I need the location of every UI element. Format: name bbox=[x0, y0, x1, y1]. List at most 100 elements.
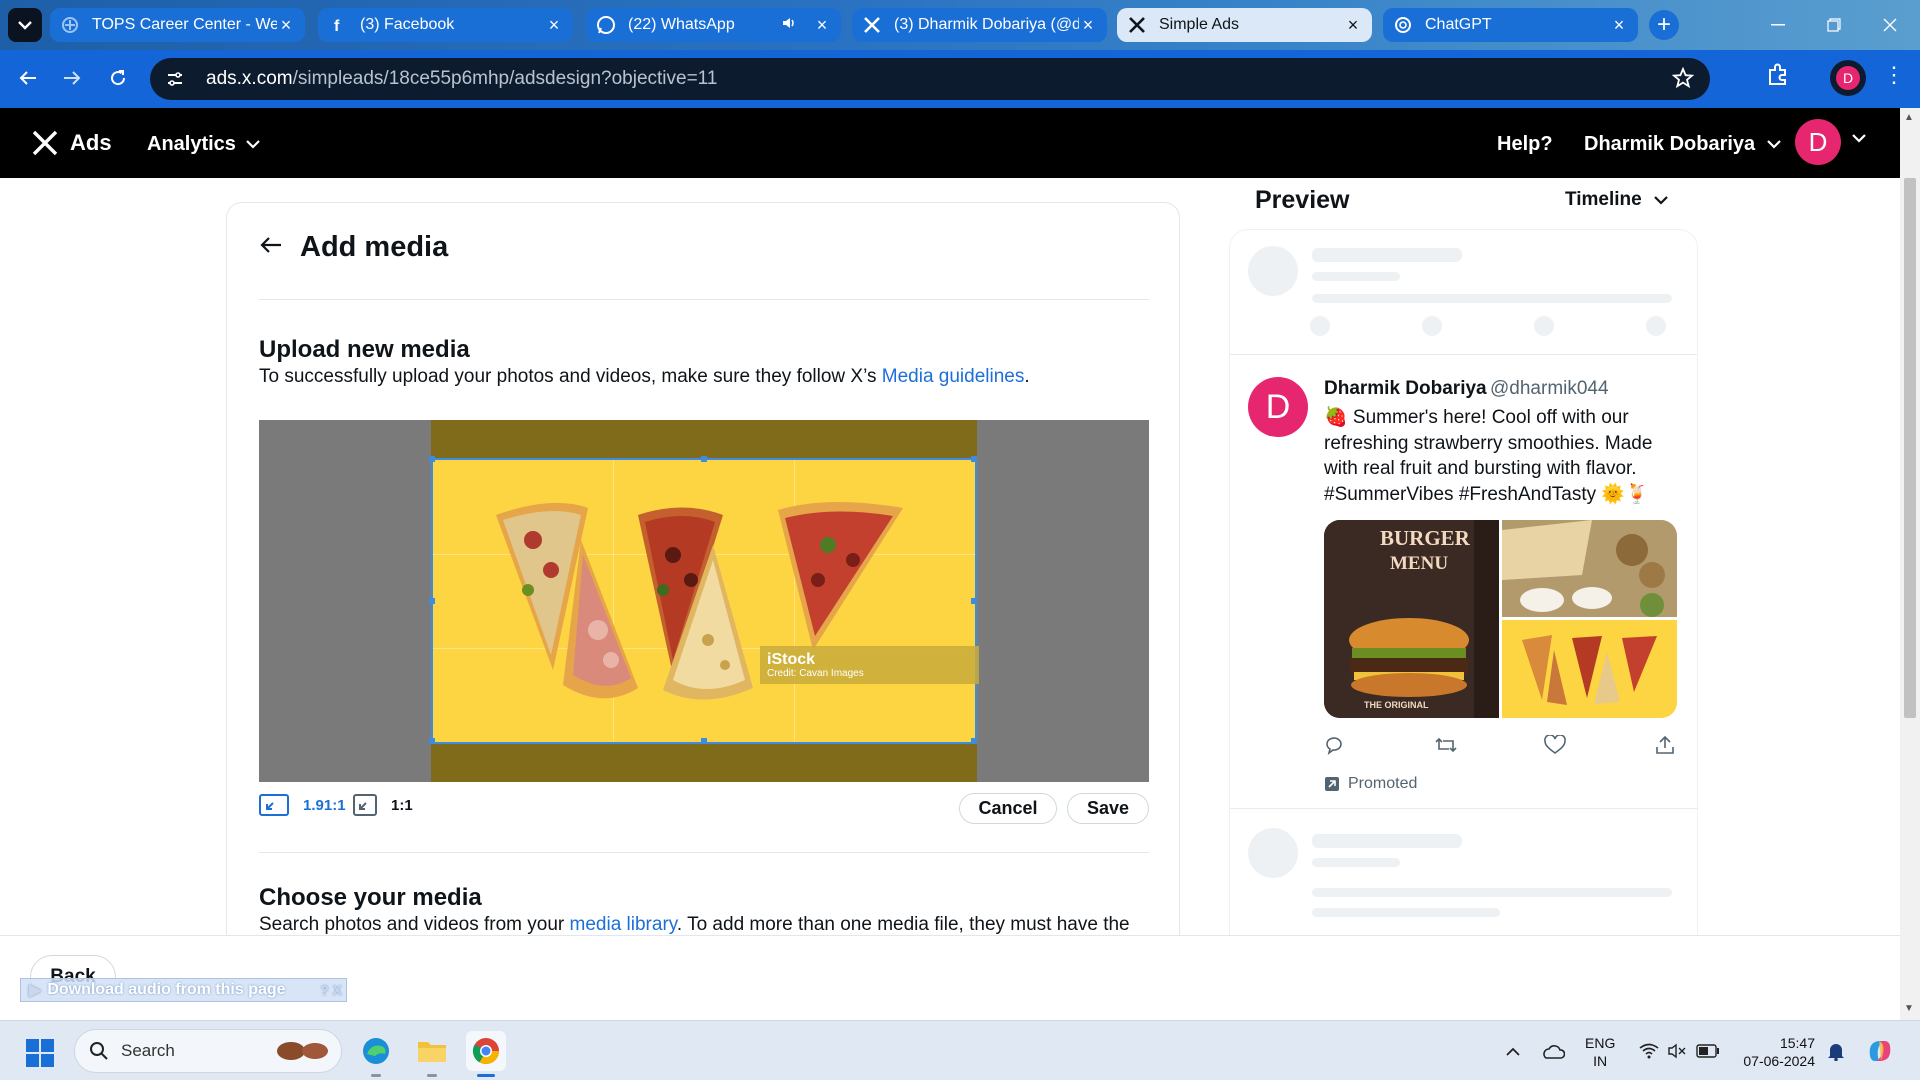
windows-start-icon[interactable] bbox=[26, 1039, 54, 1067]
account-avatar[interactable]: D bbox=[1795, 119, 1841, 165]
restore-button[interactable] bbox=[1806, 0, 1862, 50]
language-code: ENG bbox=[1585, 1035, 1616, 1051]
watermark-brand: iStock bbox=[767, 651, 816, 668]
x-icon bbox=[1127, 15, 1147, 35]
cancel-button[interactable]: Cancel bbox=[959, 793, 1057, 824]
crop-handle[interactable] bbox=[429, 738, 435, 744]
copilot-icon[interactable] bbox=[1862, 1021, 1898, 1080]
tab-x-profile[interactable]: (3) Dharmik Dobariya (@d × bbox=[852, 8, 1107, 42]
tab-tops[interactable]: TOPS Career Center - Welc × bbox=[50, 8, 305, 42]
account-menu[interactable]: Dharmik Dobariya bbox=[1584, 133, 1781, 156]
crop-handle[interactable] bbox=[971, 598, 977, 604]
windows-taskbar: Search ENG IN 15:47 07-06-2024 bbox=[0, 1020, 1920, 1080]
share-icon[interactable] bbox=[1655, 735, 1675, 755]
crop-handle[interactable] bbox=[971, 456, 977, 462]
image-cropper[interactable]: iStock Credit: Cavan Images bbox=[259, 420, 1149, 782]
tab-facebook[interactable]: f (3) Facebook × bbox=[318, 8, 573, 42]
chrome-app-icon[interactable] bbox=[466, 1031, 506, 1077]
reply-icon[interactable] bbox=[1324, 735, 1344, 755]
media-guidelines-link[interactable]: Media guidelines bbox=[882, 366, 1025, 387]
overlay-controls[interactable]: ? X bbox=[320, 982, 342, 998]
crop-handle[interactable] bbox=[971, 738, 977, 744]
file-explorer-app-icon[interactable] bbox=[412, 1031, 452, 1077]
upload-text-end: . bbox=[1024, 366, 1030, 387]
analytics-menu[interactable]: Analytics bbox=[147, 133, 260, 156]
like-icon[interactable] bbox=[1544, 735, 1566, 755]
speaker-icon[interactable] bbox=[781, 15, 797, 36]
scroll-down-icon[interactable]: ▼ bbox=[1904, 1003, 1914, 1014]
x-icon bbox=[862, 15, 882, 35]
tab-close-icon[interactable]: × bbox=[813, 15, 831, 36]
bookmark-star-icon[interactable] bbox=[1671, 66, 1695, 95]
tab-search-button[interactable] bbox=[8, 8, 42, 42]
help-link[interactable]: Help? bbox=[1497, 133, 1553, 156]
x-logo-icon[interactable] bbox=[32, 130, 58, 156]
tab-close-icon[interactable]: × bbox=[277, 15, 295, 36]
whatsapp-icon bbox=[596, 15, 616, 35]
pizza-thumb-illustration bbox=[1502, 620, 1677, 718]
tab-close-icon[interactable]: × bbox=[1079, 15, 1097, 36]
tab-close-icon[interactable]: × bbox=[1610, 15, 1628, 36]
volume-muted-icon[interactable] bbox=[1664, 1021, 1690, 1080]
browser-menu-icon[interactable]: ⋮ bbox=[1883, 62, 1905, 88]
scroll-up-icon[interactable]: ▲ bbox=[1904, 112, 1914, 123]
back-nav-button[interactable] bbox=[12, 62, 44, 94]
reload-button[interactable] bbox=[102, 62, 134, 94]
onedrive-icon[interactable] bbox=[1538, 1021, 1568, 1080]
ads-brand[interactable]: Ads bbox=[70, 130, 112, 156]
watermark-credit: Credit: Cavan Images bbox=[767, 668, 864, 679]
ratio-wide-option[interactable]: 1.91:1 bbox=[259, 794, 346, 816]
download-audio-text[interactable]: Download audio from this page bbox=[47, 981, 285, 999]
repost-icon[interactable] bbox=[1434, 735, 1458, 755]
crop-handle[interactable] bbox=[701, 738, 707, 744]
region-code: IN bbox=[1593, 1053, 1608, 1069]
edge-app-icon[interactable] bbox=[356, 1031, 396, 1077]
tab-simple-ads[interactable]: Simple Ads × bbox=[1117, 8, 1372, 42]
tweet-author-name: Dharmik Dobariya bbox=[1324, 378, 1487, 399]
download-audio-overlay[interactable]: ▶ Download audio from this page ? X bbox=[20, 978, 347, 1002]
idli-illustration bbox=[1502, 520, 1677, 617]
extensions-icon[interactable] bbox=[1765, 62, 1791, 93]
tab-whatsapp[interactable]: (22) WhatsApp × bbox=[586, 8, 841, 42]
taskbar-search[interactable]: Search bbox=[74, 1029, 342, 1073]
tab-chatgpt[interactable]: ChatGPT × bbox=[1383, 8, 1638, 42]
tweet-avatar: D bbox=[1248, 377, 1308, 437]
skeleton-line bbox=[1312, 294, 1672, 303]
chevron-down-icon[interactable] bbox=[1852, 134, 1866, 143]
forward-nav-button[interactable] bbox=[56, 62, 88, 94]
tab-close-icon[interactable]: × bbox=[1344, 15, 1362, 36]
skeleton-line bbox=[1312, 272, 1400, 281]
save-button[interactable]: Save bbox=[1067, 793, 1149, 824]
skeleton-avatar bbox=[1248, 828, 1298, 878]
crop-handle[interactable] bbox=[429, 598, 435, 604]
url-host: ads.x.com bbox=[206, 68, 293, 89]
address-bar[interactable]: ads.x.com/simpleads/18ce55p6mhp/adsdesig… bbox=[150, 58, 1710, 100]
skeleton-line bbox=[1312, 908, 1500, 917]
language-indicator[interactable]: ENG IN bbox=[1585, 1034, 1615, 1070]
crop-handle[interactable] bbox=[701, 456, 707, 462]
tab-title: Simple Ads bbox=[1159, 16, 1240, 33]
ratio-square-option[interactable]: 1:1 bbox=[353, 794, 413, 816]
system-clock[interactable]: 15:47 07-06-2024 bbox=[1737, 1034, 1815, 1070]
analytics-label: Analytics bbox=[147, 133, 236, 155]
scrollbar-thumb[interactable] bbox=[1904, 178, 1916, 718]
crop-area[interactable]: iStock Credit: Cavan Images bbox=[429, 456, 979, 744]
clock-time: 15:47 bbox=[1779, 1035, 1815, 1051]
close-window-button[interactable] bbox=[1862, 0, 1918, 50]
show-hidden-icons[interactable] bbox=[1500, 1021, 1526, 1080]
notification-bell-icon[interactable] bbox=[1822, 1021, 1850, 1080]
preview-mode-dropdown[interactable]: Timeline bbox=[1565, 189, 1668, 211]
browser-profile-button[interactable]: D bbox=[1830, 60, 1866, 96]
crop-handle[interactable] bbox=[429, 456, 435, 462]
new-tab-button[interactable]: + bbox=[1649, 10, 1679, 40]
battery-icon[interactable] bbox=[1694, 1021, 1722, 1080]
page-scrollbar[interactable]: ▲ ▼ bbox=[1900, 108, 1920, 1020]
site-info-icon[interactable] bbox=[160, 64, 190, 94]
tab-close-icon[interactable]: × bbox=[545, 15, 563, 36]
upload-text: To successfully upload your photos and v… bbox=[259, 366, 882, 387]
media-library-link[interactable]: media library bbox=[570, 914, 677, 935]
wifi-icon[interactable] bbox=[1636, 1021, 1662, 1080]
back-arrow-icon[interactable] bbox=[260, 236, 282, 254]
preview-mode-label: Timeline bbox=[1565, 189, 1642, 210]
minimize-button[interactable] bbox=[1750, 0, 1806, 50]
